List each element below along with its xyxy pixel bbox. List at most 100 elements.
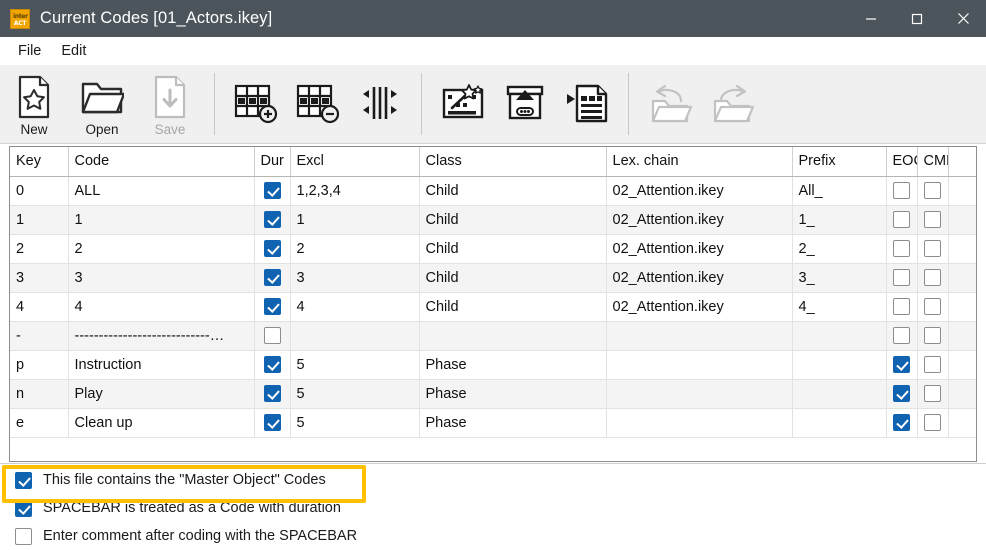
cell-cmi[interactable] bbox=[917, 408, 949, 438]
checkbox-dur[interactable] bbox=[263, 269, 281, 286]
redo-button[interactable] bbox=[701, 69, 763, 137]
cell-lex[interactable] bbox=[606, 379, 793, 409]
checkbox-eoc[interactable] bbox=[893, 385, 910, 402]
codes-table-container[interactable]: KeyCodeDurExclClassLex. chainPrefixEOCCM… bbox=[9, 146, 977, 462]
cell-eoc[interactable] bbox=[886, 379, 918, 409]
column-header-excl[interactable]: Excl bbox=[290, 147, 420, 177]
maximize-button[interactable] bbox=[894, 0, 940, 37]
cell-code[interactable]: Play bbox=[68, 379, 255, 409]
cell-eoc[interactable] bbox=[886, 234, 918, 264]
column-header-pad[interactable] bbox=[948, 147, 976, 177]
cell-code[interactable]: Instruction bbox=[68, 350, 255, 380]
import-button[interactable] bbox=[494, 69, 556, 137]
table-row[interactable]: 1 1 1 Child 02_Attention.ikey 1_ bbox=[10, 205, 976, 235]
cell-pad[interactable] bbox=[948, 408, 976, 438]
cell-lex[interactable]: 02_Attention.ikey bbox=[606, 205, 793, 235]
cell-lex[interactable]: 02_Attention.ikey bbox=[606, 234, 793, 264]
open-button[interactable]: Open bbox=[68, 69, 136, 141]
minimize-button[interactable] bbox=[848, 0, 894, 37]
table-row[interactable]: p Instruction 5 Phase bbox=[10, 350, 976, 380]
cell-key[interactable]: 4 bbox=[10, 292, 69, 322]
cell-prefix[interactable] bbox=[792, 379, 887, 409]
table-row[interactable]: 0 ALL 1,2,3,4 Child 02_Attention.ikey All_ bbox=[10, 176, 976, 206]
table-row[interactable]: 3 3 3 Child 02_Attention.ikey 3_ bbox=[10, 263, 976, 293]
cell-code[interactable]: Clean up bbox=[68, 408, 255, 438]
table-row[interactable]: e Clean up 5 Phase bbox=[10, 408, 976, 438]
cell-code[interactable]: ALL bbox=[68, 176, 255, 206]
cell-dur[interactable] bbox=[254, 292, 291, 322]
cell-cmi[interactable] bbox=[917, 350, 949, 380]
cell-class[interactable]: Phase bbox=[419, 379, 607, 409]
cell-prefix[interactable] bbox=[792, 408, 887, 438]
checkbox-dur[interactable] bbox=[263, 327, 281, 344]
checkbox-dur[interactable] bbox=[263, 385, 281, 402]
checkbox-eoc[interactable] bbox=[893, 269, 910, 286]
cell-excl[interactable]: 5 bbox=[290, 350, 420, 380]
cell-pad[interactable] bbox=[948, 321, 976, 351]
cell-dur[interactable] bbox=[254, 263, 291, 293]
cell-dur[interactable] bbox=[254, 408, 291, 438]
cell-excl[interactable]: 5 bbox=[290, 408, 420, 438]
export-table-button[interactable] bbox=[556, 69, 618, 137]
checkbox-eoc[interactable] bbox=[893, 182, 910, 199]
cell-prefix[interactable] bbox=[792, 350, 887, 380]
cell-class[interactable] bbox=[419, 321, 607, 351]
auto-generate-button[interactable] bbox=[432, 69, 494, 137]
close-button[interactable] bbox=[940, 0, 986, 37]
cell-dur[interactable] bbox=[254, 379, 291, 409]
column-header-code[interactable]: Code bbox=[68, 147, 255, 177]
cell-cmi[interactable] bbox=[917, 205, 949, 235]
cell-eoc[interactable] bbox=[886, 321, 918, 351]
checkbox-cmi[interactable] bbox=[924, 211, 941, 228]
cell-key[interactable]: 1 bbox=[10, 205, 69, 235]
cell-excl[interactable]: 1,2,3,4 bbox=[290, 176, 420, 206]
cell-excl[interactable] bbox=[290, 321, 420, 351]
cell-code[interactable]: 2 bbox=[68, 234, 255, 264]
cell-eoc[interactable] bbox=[886, 408, 918, 438]
column-header-prefix[interactable]: Prefix bbox=[792, 147, 887, 177]
cell-code[interactable]: 4 bbox=[68, 292, 255, 322]
checkbox-eoc[interactable] bbox=[893, 211, 910, 228]
cell-pad[interactable] bbox=[948, 176, 976, 206]
spacebar-comment-checkbox-box[interactable] bbox=[15, 527, 32, 545]
checkbox-cmi[interactable] bbox=[924, 356, 941, 373]
cell-prefix[interactable]: All_ bbox=[792, 176, 887, 206]
cell-key[interactable]: p bbox=[10, 350, 69, 380]
cell-prefix[interactable]: 4_ bbox=[792, 292, 887, 322]
cell-lex[interactable]: 02_Attention.ikey bbox=[606, 263, 793, 293]
checkbox-cmi[interactable] bbox=[924, 182, 941, 199]
cell-key[interactable]: 2 bbox=[10, 234, 69, 264]
table-row[interactable]: 4 4 4 Child 02_Attention.ikey 4_ bbox=[10, 292, 976, 322]
cell-pad[interactable] bbox=[948, 234, 976, 264]
checkbox-cmi[interactable] bbox=[924, 240, 941, 257]
cell-key[interactable]: n bbox=[10, 379, 69, 409]
column-header-class[interactable]: Class bbox=[419, 147, 607, 177]
cell-class[interactable]: Child bbox=[419, 263, 607, 293]
spacebar-comment-checkbox[interactable]: Enter comment after coding with the SPAC… bbox=[0, 522, 986, 550]
cell-pad[interactable] bbox=[948, 205, 976, 235]
table-row[interactable]: n Play 5 Phase bbox=[10, 379, 976, 409]
checkbox-cmi[interactable] bbox=[924, 385, 941, 402]
checkbox-cmi[interactable] bbox=[924, 298, 941, 315]
cell-lex[interactable] bbox=[606, 350, 793, 380]
checkbox-dur[interactable] bbox=[263, 240, 281, 257]
cell-key[interactable]: - bbox=[10, 321, 69, 351]
cell-lex[interactable] bbox=[606, 321, 793, 351]
cell-prefix[interactable]: 3_ bbox=[792, 263, 887, 293]
column-header-lex[interactable]: Lex. chain bbox=[606, 147, 793, 177]
column-header-dur[interactable]: Dur bbox=[254, 147, 291, 177]
master-object-codes-checkbox[interactable]: This file contains the "Master Object" C… bbox=[0, 466, 986, 494]
checkbox-eoc[interactable] bbox=[893, 240, 910, 257]
cell-dur[interactable] bbox=[254, 205, 291, 235]
cell-prefix[interactable]: 1_ bbox=[792, 205, 887, 235]
checkbox-eoc[interactable] bbox=[893, 298, 910, 315]
cell-lex[interactable] bbox=[606, 408, 793, 438]
cell-cmi[interactable] bbox=[917, 234, 949, 264]
checkbox-eoc[interactable] bbox=[893, 356, 910, 373]
cell-cmi[interactable] bbox=[917, 292, 949, 322]
cell-pad[interactable] bbox=[948, 263, 976, 293]
checkbox-cmi[interactable] bbox=[924, 414, 941, 431]
cell-code[interactable]: 3 bbox=[68, 263, 255, 293]
checkbox-eoc[interactable] bbox=[893, 327, 910, 344]
spacebar-duration-checkbox-box[interactable] bbox=[15, 499, 32, 517]
